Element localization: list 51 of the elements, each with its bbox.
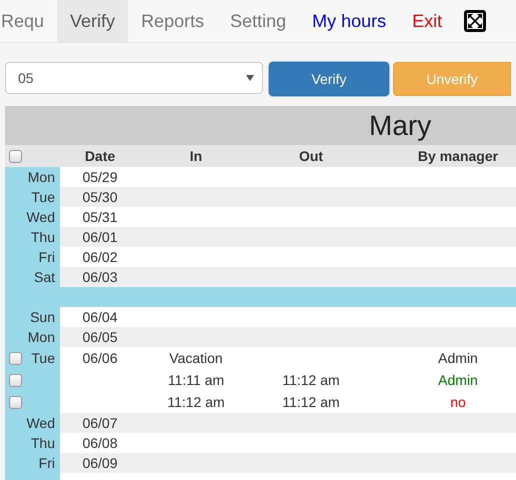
period-select[interactable]: 05 [5, 62, 263, 94]
weekday-label: Fri [38, 455, 55, 471]
weekday-label: Mon [28, 169, 55, 185]
weekday-label: Tue [31, 350, 55, 366]
select-all-checkbox[interactable] [8, 150, 22, 162]
manager-status: Admin [438, 350, 478, 366]
date-cell: 05/30 [82, 189, 118, 205]
weekday-label: Thu [30, 229, 55, 245]
weekday-label: Wed [26, 209, 55, 225]
weekday-label: Sun [30, 309, 55, 325]
date-cell: 06/08 [82, 435, 118, 451]
nav-tab[interactable]: Reports [128, 0, 218, 42]
date-cell: 06/05 [82, 329, 118, 345]
employee-name: Mary [369, 110, 432, 142]
date-cell: 05/31 [82, 209, 118, 225]
date-cell: 06/01 [82, 229, 118, 245]
fullscreen-icon[interactable] [463, 9, 488, 33]
weekday-label: Fri [38, 249, 55, 265]
date-cell: 06/03 [82, 269, 118, 285]
nav-tab[interactable]: Requ [0, 0, 58, 42]
weekday-label: Sat [34, 269, 55, 285]
nav-tab[interactable]: Setting [217, 0, 300, 42]
time-out-cell: 11:12 am [282, 394, 340, 410]
nav-tab[interactable]: My hours [299, 0, 400, 42]
date-cell: 06/07 [82, 415, 118, 431]
column-header: Out [298, 148, 324, 164]
row-checkbox[interactable] [8, 352, 22, 364]
date-cell: 05/29 [82, 169, 118, 185]
column-header: Date [84, 148, 116, 164]
date-cell: 06/02 [82, 249, 118, 265]
weekday-label: Thu [30, 435, 55, 451]
column-header: By manager [416, 148, 500, 164]
time-in-cell: Vacation [169, 350, 223, 366]
nav-tab[interactable]: Exit [399, 0, 456, 42]
time-out-cell: 11:12 am [282, 372, 340, 388]
weekday-label: Tue [31, 189, 55, 205]
row-checkbox[interactable] [8, 374, 22, 386]
manager-status: Admin [438, 372, 478, 388]
time-in-cell: 11:12 am [167, 394, 225, 410]
date-cell: 06/09 [82, 455, 118, 471]
weekday-label: Wed [26, 415, 55, 431]
time-in-cell: 11:11 am [168, 372, 224, 388]
date-cell: 06/04 [82, 309, 118, 325]
row-checkbox[interactable] [8, 396, 22, 408]
caret-icon [246, 75, 254, 81]
column-header: In [188, 148, 204, 164]
date-cell: 06/06 [82, 350, 118, 366]
manager-status: no [450, 394, 466, 410]
weekday-label: Mon [28, 329, 55, 345]
verify-button[interactable]: Verify [269, 62, 389, 96]
nav-tab[interactable]: Verify [57, 0, 128, 42]
